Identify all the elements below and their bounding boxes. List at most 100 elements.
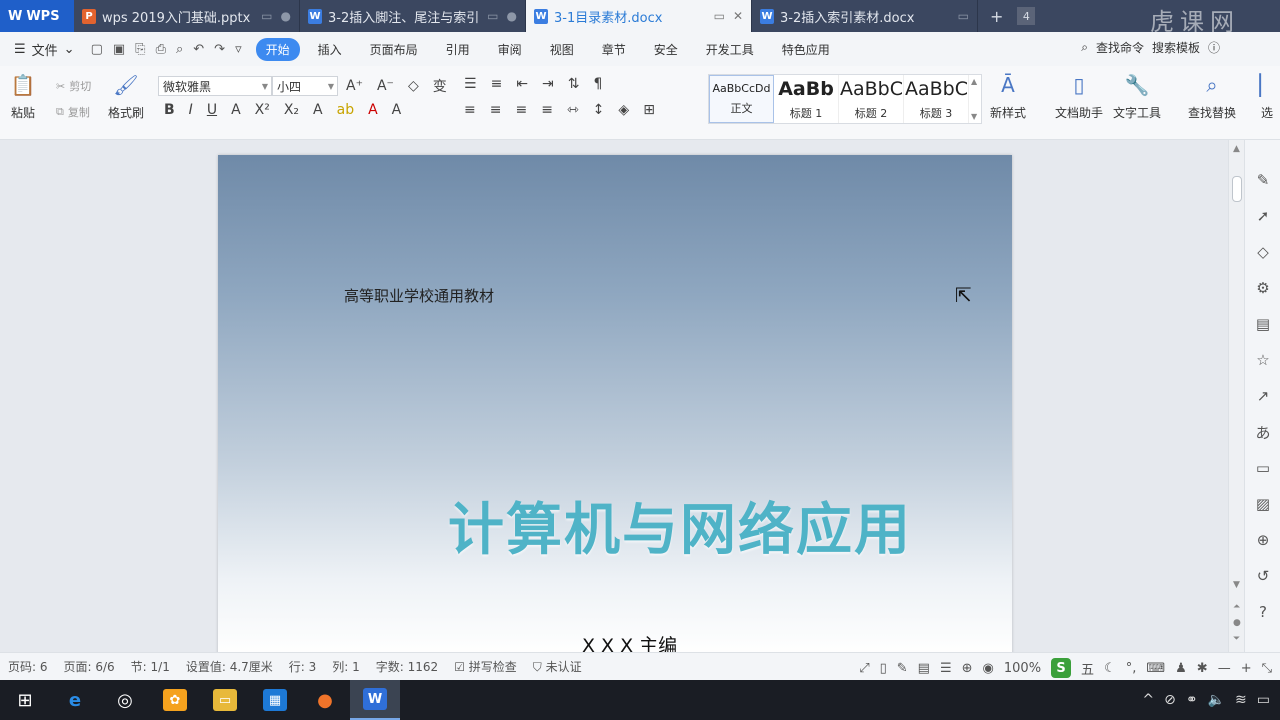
start-button[interactable]: ⊞: [0, 680, 50, 720]
zoom-level[interactable]: 100%: [1004, 661, 1041, 676]
chevron-up-icon[interactable]: ▲: [1233, 144, 1240, 154]
decrease-indent-icon[interactable]: ⇤: [516, 76, 528, 92]
chevron-down-icon[interactable]: ▼: [1233, 580, 1240, 590]
tab-index-doc[interactable]: W 3-2插入索引素材.docx ▭: [752, 0, 978, 32]
dot-icon[interactable]: ●: [507, 9, 517, 23]
text-tools-button[interactable]: 🔧 文字工具: [1113, 72, 1161, 121]
status-setting[interactable]: 设置值: 4.7厘米: [186, 658, 273, 675]
file-menu-button[interactable]: ☰ 文件 ⌄: [14, 40, 75, 59]
outline-view-icon[interactable]: ☰: [940, 661, 952, 676]
punctuation-icon[interactable]: °,: [1126, 661, 1137, 676]
strikethrough-icon[interactable]: A: [231, 102, 241, 118]
wps-taskbar-button[interactable]: W: [350, 680, 400, 720]
customize-icon[interactable]: ▿: [235, 42, 242, 57]
tab-developer[interactable]: 开发工具: [696, 38, 764, 61]
image-icon[interactable]: ▨: [1253, 494, 1273, 514]
tab-security[interactable]: 安全: [644, 38, 688, 61]
sort-icon[interactable]: ⇅: [568, 76, 580, 92]
tools-icon[interactable]: ✱: [1197, 661, 1208, 676]
tab-insert[interactable]: 插入: [308, 38, 352, 61]
save-icon[interactable]: ▣: [113, 42, 125, 57]
monitor-icon[interactable]: ▭: [714, 9, 725, 23]
volume-icon[interactable]: 🔈: [1208, 692, 1225, 708]
certification-button[interactable]: ⛉ 未认证: [533, 658, 582, 675]
bullet-list-icon[interactable]: ☰: [464, 76, 477, 92]
style-scroll[interactable]: ▲ ▼: [969, 75, 981, 123]
align-center-icon[interactable]: ≡: [490, 102, 502, 118]
wifi-icon[interactable]: ≋: [1235, 692, 1247, 708]
copy-button[interactable]: ⧉ 复制: [56, 104, 90, 120]
fit-page-icon[interactable]: ⤡: [1262, 661, 1272, 676]
moon-icon[interactable]: ☾: [1104, 661, 1116, 676]
redo-icon[interactable]: ↷: [214, 42, 225, 57]
star-icon[interactable]: ☆: [1253, 350, 1273, 370]
monitor-icon[interactable]: ▭: [487, 9, 498, 23]
chevron-up-icon[interactable]: ▲: [971, 77, 979, 86]
font-size-select[interactable]: 小四 ▼: [272, 76, 338, 96]
shading-icon[interactable]: ◈: [618, 102, 629, 118]
paste-button[interactable]: 📋 粘贴: [10, 72, 36, 121]
preview-icon[interactable]: ⌕: [176, 42, 183, 57]
find-replace-button[interactable]: ⌕ 查找替换: [1188, 72, 1236, 121]
user-icon[interactable]: ♟: [1175, 661, 1187, 676]
shrink-font-icon[interactable]: A⁻: [377, 78, 394, 94]
tab-view[interactable]: 视图: [540, 38, 584, 61]
status-pages[interactable]: 页面: 6/6: [64, 658, 115, 675]
new-doc-icon[interactable]: ▢: [91, 42, 103, 57]
status-section[interactable]: 节: 1/1: [131, 658, 170, 675]
cut-button[interactable]: ✂ 剪切: [56, 78, 91, 94]
question-icon[interactable]: ?: [1253, 602, 1273, 622]
style-heading-3[interactable]: AaBbC 标题 3: [904, 75, 969, 123]
tab-pptx[interactable]: P wps 2019入门基础.pptx ▭ ●: [74, 0, 300, 32]
read-mode-icon[interactable]: ▯: [880, 661, 887, 676]
zoom-out-icon[interactable]: —: [1218, 661, 1231, 676]
history-icon[interactable]: ↺: [1253, 566, 1273, 586]
monitor-icon[interactable]: ▭: [958, 9, 969, 23]
superscript-icon[interactable]: X²: [255, 102, 270, 118]
select-cursor-icon[interactable]: ➚: [1253, 206, 1273, 226]
gallery-icon[interactable]: ▤: [1253, 314, 1273, 334]
eye-protection-icon[interactable]: ◉: [983, 661, 994, 676]
page-select-icon[interactable]: ●: [1233, 618, 1241, 628]
help-icon[interactable]: ⓘ: [1208, 39, 1220, 56]
ime-logo-icon[interactable]: S: [1051, 658, 1072, 678]
line-spacing-icon[interactable]: ↕: [593, 102, 605, 118]
fullscreen-icon[interactable]: ⤢: [859, 661, 869, 676]
close-icon[interactable]: ✕: [733, 9, 743, 23]
show-marks-icon[interactable]: ¶: [594, 76, 603, 92]
tab-references[interactable]: 引用: [436, 38, 480, 61]
zoom-in-icon[interactable]: +: [1241, 661, 1252, 676]
shapes-icon[interactable]: ◇: [1253, 242, 1273, 262]
firefox-button[interactable]: ●: [300, 680, 350, 720]
highlight-icon[interactable]: ab: [337, 102, 354, 118]
new-style-button[interactable]: Ā 新样式: [990, 72, 1026, 121]
pen-icon[interactable]: ✎: [1253, 170, 1273, 190]
cover-editor[interactable]: X X X 主编: [582, 631, 677, 652]
tab-chapter[interactable]: 章节: [592, 38, 636, 61]
page-view-icon[interactable]: ▤: [918, 661, 930, 676]
subscript-icon[interactable]: X₂: [284, 102, 299, 118]
cover-subtitle[interactable]: 高等职业学校通用教材: [344, 285, 494, 306]
spell-check-button[interactable]: ☑ 拼写检查: [454, 658, 517, 675]
status-page-code[interactable]: 页码: 6: [8, 658, 48, 675]
font-color-icon[interactable]: A: [368, 102, 378, 118]
scroll-thumb[interactable]: [1232, 176, 1242, 202]
wps-logo[interactable]: W WPS: [0, 0, 74, 32]
tab-toc-doc[interactable]: W 3-1目录素材.docx ▭ ✕: [526, 0, 752, 32]
vertical-scrollbar[interactable]: ▲ ▼ ⏶ ● ⏷: [1228, 140, 1244, 652]
share-icon[interactable]: ↗: [1253, 386, 1273, 406]
store-button[interactable]: ▦: [250, 680, 300, 720]
document-page[interactable]: 高等职业学校通用教材 计算机与网络应用 X X X 主编: [218, 155, 1012, 652]
web-view-icon[interactable]: ⊕: [962, 661, 973, 676]
next-page-icon[interactable]: ⏷: [1233, 634, 1240, 644]
window-count-badge[interactable]: 4: [1017, 7, 1036, 25]
italic-icon[interactable]: I: [189, 102, 193, 118]
text-effect-icon[interactable]: A: [313, 102, 323, 118]
status-words[interactable]: 字数: 1162: [376, 658, 438, 675]
numbered-list-icon[interactable]: ≡: [491, 76, 503, 92]
edge-browser-button[interactable]: e: [50, 680, 100, 720]
tab-footnote-doc[interactable]: W 3-2插入脚注、尾注与索引 ▭ ●: [300, 0, 526, 32]
underline-icon[interactable]: U: [207, 102, 217, 118]
char-shading-icon[interactable]: A: [392, 102, 402, 118]
archive-icon[interactable]: ▭: [1253, 458, 1273, 478]
